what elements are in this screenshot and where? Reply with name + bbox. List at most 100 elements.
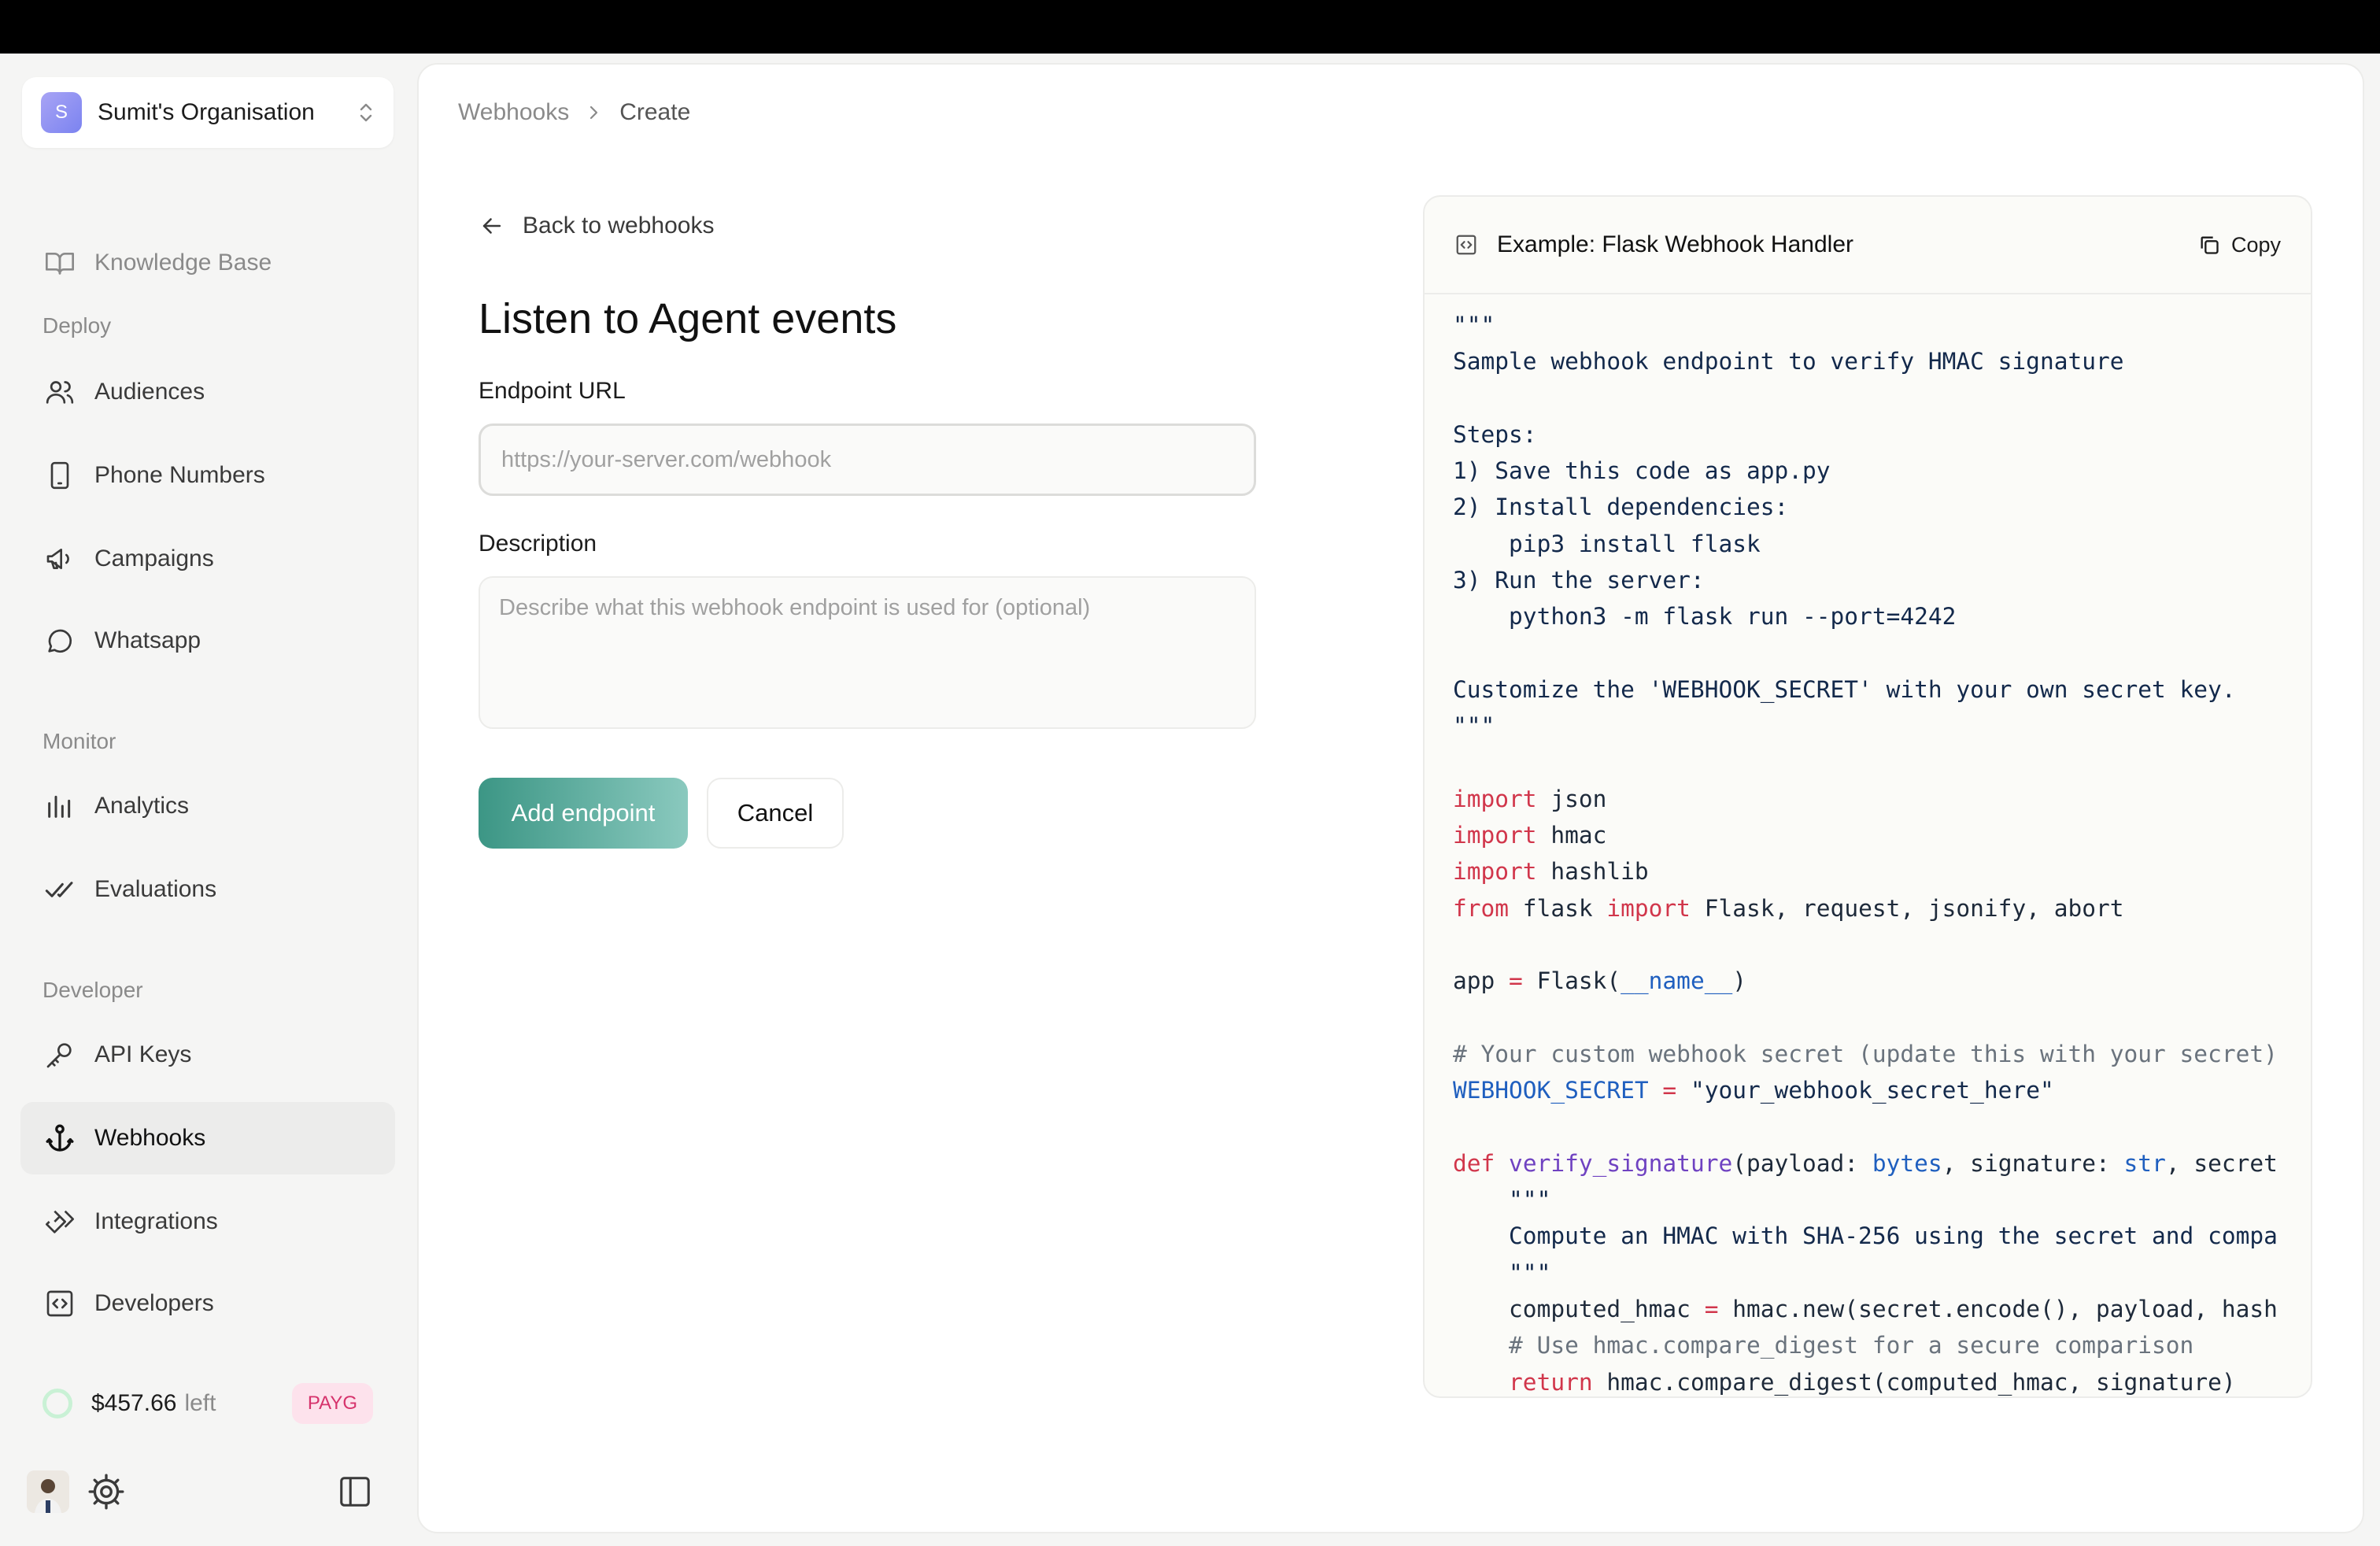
org-avatar: S	[41, 92, 82, 133]
code-text: flask	[1509, 894, 1607, 922]
sidebar-item-label: API Keys	[94, 1041, 192, 1067]
sidebar-item-knowledge-base[interactable]: Knowledge Base	[20, 227, 395, 299]
breadcrumb-webhooks-link[interactable]: Webhooks	[458, 99, 569, 126]
code-keyword: import	[1453, 858, 1537, 886]
bar-chart-icon	[42, 789, 77, 823]
code-keyword: import	[1606, 894, 1691, 922]
code-builtin: str	[2123, 1149, 2166, 1177]
credits-balance: $457.66 left PAYG	[42, 1376, 373, 1431]
code-line: pip3 install flask	[1453, 530, 1761, 557]
code-square-icon	[42, 1286, 77, 1321]
endpoint-url-input[interactable]	[479, 423, 1256, 496]
code-builtin: __name__	[1621, 967, 1733, 995]
code-example-card: Example: Flask Webhook Handler Copy """ …	[1423, 195, 2312, 1398]
code-text: (payload:	[1732, 1149, 1872, 1177]
back-link-label: Back to webhooks	[523, 213, 715, 239]
sidebar-item-audiences[interactable]: Audiences	[20, 356, 395, 428]
sidebar-item-webhooks[interactable]: Webhooks	[20, 1102, 395, 1174]
code-text: Flask(	[1522, 967, 1621, 995]
code-keyword: def	[1453, 1149, 1495, 1177]
sidebar-toggle-icon[interactable]	[337, 1474, 373, 1510]
code-text: app	[1453, 967, 1510, 995]
code-builtin: bytes	[1872, 1149, 1942, 1177]
breadcrumb-current: Create	[619, 99, 691, 125]
gear-icon[interactable]	[87, 1472, 126, 1511]
code-block[interactable]: """ Sample webhook endpoint to verify HM…	[1425, 294, 2311, 1396]
anchor-icon	[42, 1121, 77, 1156]
chevron-right-icon	[590, 105, 598, 120]
sidebar-item-evaluations[interactable]: Evaluations	[20, 853, 395, 926]
code-string: "your_webhook_secret_here"	[1676, 1077, 2054, 1104]
code-text: Flask, request, jsonify, abort	[1690, 894, 2124, 922]
sidebar: S Sumit's Organisation Knowledge Base De…	[0, 54, 417, 1546]
code-line: 2) Install dependencies:	[1453, 494, 1789, 521]
credits-ring-icon	[42, 1389, 72, 1418]
code-text: hmac.compare_digest(computed_hmac, signa…	[1592, 1368, 2236, 1396]
code-text: )	[1732, 967, 1746, 995]
code-line: """	[1453, 312, 1495, 338]
sidebar-item-integrations[interactable]: Integrations	[20, 1185, 395, 1258]
code-text: hmac	[1536, 822, 1607, 849]
code-keyword: from	[1453, 894, 1510, 922]
code-text: hmac.new(secret.encode(), payload, hash	[1718, 1296, 2278, 1323]
breadcrumb: Webhooks Create	[458, 99, 690, 126]
code-text: , signature:	[1942, 1149, 2124, 1177]
users-icon	[42, 375, 77, 409]
sidebar-item-api-keys[interactable]: API Keys	[20, 1019, 395, 1091]
sidebar-footer	[27, 1464, 373, 1519]
code-operator: =	[1509, 967, 1523, 995]
plan-badge[interactable]: PAYG	[291, 1383, 373, 1424]
code-keyword: return	[1509, 1368, 1593, 1396]
code-docstring: """	[1453, 1259, 1551, 1286]
key-icon	[42, 1037, 77, 1072]
section-label-monitor: Monitor	[42, 729, 116, 753]
code-text: computed_hmac	[1453, 1296, 1705, 1323]
sidebar-item-campaigns[interactable]: Campaigns	[20, 523, 395, 595]
sidebar-item-label: Developers	[94, 1290, 214, 1316]
sidebar-item-label: Whatsapp	[94, 627, 201, 653]
sidebar-item-label: Integrations	[94, 1208, 218, 1234]
cancel-button[interactable]: Cancel	[707, 778, 844, 849]
code-function: verify_signature	[1495, 1149, 1733, 1177]
copy-icon	[2201, 236, 2219, 254]
code-line: 3) Run the server:	[1453, 567, 1705, 594]
book-open-icon	[42, 246, 77, 280]
sidebar-item-label: Evaluations	[94, 876, 217, 902]
code-text: , secret	[2165, 1149, 2278, 1177]
sidebar-item-phone-numbers[interactable]: Phone Numbers	[20, 439, 395, 512]
sidebar-item-label: Phone Numbers	[94, 462, 265, 488]
code-docstring: Compute an HMAC with SHA-256 using the s…	[1453, 1222, 2278, 1250]
sidebar-item-label: Knowledge Base	[94, 250, 272, 276]
code-square-icon	[1456, 235, 1476, 255]
sidebar-item-developers[interactable]: Developers	[20, 1267, 395, 1340]
description-textarea[interactable]	[479, 576, 1256, 729]
org-name: Sumit's Organisation	[98, 99, 315, 125]
sidebar-item-label: Audiences	[94, 379, 205, 405]
sidebar-item-label: Analytics	[94, 793, 190, 819]
code-comment: # Your custom webhook secret (update thi…	[1453, 1040, 2278, 1067]
back-to-webhooks-link[interactable]: Back to webhooks	[479, 213, 714, 239]
sidebar-item-whatsapp[interactable]: Whatsapp	[20, 605, 395, 677]
org-switcher[interactable]: S Sumit's Organisation	[22, 77, 394, 148]
code-line: """	[1453, 712, 1495, 740]
user-avatar[interactable]	[27, 1470, 69, 1513]
section-label-deploy: Deploy	[42, 313, 112, 338]
page-title: Listen to Agent events	[479, 295, 897, 342]
code-example-title: Example: Flask Webhook Handler	[1497, 231, 1853, 257]
code-keyword: import	[1453, 785, 1537, 812]
top-bar	[0, 0, 2380, 54]
code-keyword: import	[1453, 822, 1537, 849]
endpoint-url-label: Endpoint URL	[479, 378, 626, 404]
sidebar-item-analytics[interactable]: Analytics	[20, 770, 395, 842]
phone-icon	[42, 458, 77, 493]
chevron-up-down-icon	[360, 103, 372, 122]
code-docstring: """	[1453, 1186, 1551, 1214]
add-endpoint-button[interactable]: Add endpoint	[479, 778, 688, 849]
arrow-left-icon	[482, 218, 501, 234]
code-text: hashlib	[1536, 858, 1649, 886]
code-line: python3 -m flask run --port=4242	[1453, 603, 1957, 631]
code-line: Steps:	[1453, 420, 1537, 448]
sidebar-item-label: Campaigns	[94, 546, 214, 571]
copy-code-button[interactable]: Copy	[2198, 233, 2281, 257]
